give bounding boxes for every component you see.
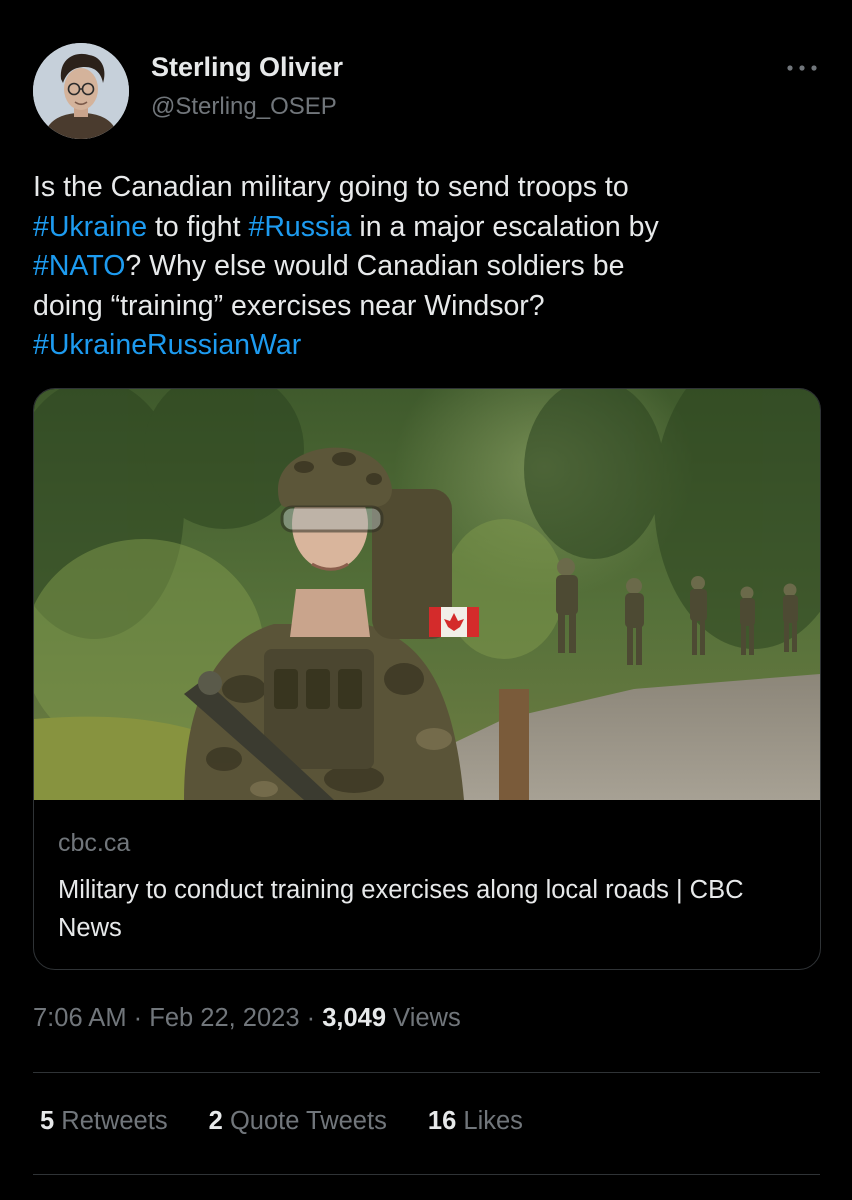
soldiers-marching-photo xyxy=(34,389,820,800)
tweet-text-line: #UkraineRussianWar xyxy=(33,326,823,366)
quote-tweets-label: Quote Tweets xyxy=(229,1107,387,1135)
tweet-text-line: #NATO? Why else would Canadian soldiers … xyxy=(33,247,823,287)
tweet-text-segment: in a major escalation by xyxy=(351,210,659,243)
views-count: 3,049 xyxy=(322,1004,387,1032)
tweet-date[interactable]: Feb 22, 2023 xyxy=(149,1004,299,1032)
engagement-stats: 5 Retweets 2 Quote Tweets 16 Likes xyxy=(40,1107,557,1136)
meta-separator: · xyxy=(306,1004,316,1032)
tweet-text-segment: ? Why else would Canadian soldiers be xyxy=(125,250,625,282)
views-label: Views xyxy=(393,1004,461,1032)
likes-label: Likes xyxy=(463,1107,523,1135)
retweets-count: 5 xyxy=(40,1107,55,1135)
tweet-text-line: doing “training” exercises near Windsor? xyxy=(33,287,823,327)
hashtag-link[interactable]: #Russia xyxy=(248,211,351,243)
card-title[interactable]: Military to conduct training exercises a… xyxy=(58,871,798,947)
meta-separator: · xyxy=(133,1004,143,1032)
hashtag-link[interactable]: #NATO xyxy=(33,250,125,282)
ellipsis-icon[interactable] xyxy=(782,56,822,80)
tweet-text: Is the Canadian military going to send t… xyxy=(33,168,823,366)
link-card[interactable]: cbc.ca Military to conduct training exer… xyxy=(33,388,821,970)
tweet-text-segment: doing “training” exercises near Windsor? xyxy=(33,289,545,322)
tweet-text-segment: to fight xyxy=(147,210,249,243)
card-domain: cbc.ca xyxy=(58,829,131,857)
quote-tweets-stat[interactable]: 2 Quote Tweets xyxy=(209,1107,387,1135)
avatar[interactable] xyxy=(33,43,129,139)
tweet-text-segment: Is the Canadian military going to send t… xyxy=(33,171,629,203)
tweet-metadata: 7:06 AM · Feb 22, 2023 · 3,049 Views xyxy=(33,1004,461,1033)
user-portrait-icon xyxy=(33,43,129,139)
likes-stat[interactable]: 16 Likes xyxy=(428,1107,523,1135)
tweet-time[interactable]: 7:06 AM xyxy=(33,1004,127,1032)
tweet-header: Sterling Olivier @Sterling_OSEP xyxy=(0,0,852,150)
hashtag-link[interactable]: #Ukraine xyxy=(33,211,147,243)
retweets-label: Retweets xyxy=(61,1107,168,1135)
quote-tweets-count: 2 xyxy=(208,1107,223,1135)
user-handle[interactable]: @Sterling_OSEP xyxy=(151,93,337,121)
hashtag-link[interactable]: #UkraineRussianWar xyxy=(33,329,301,361)
likes-count: 16 xyxy=(427,1107,457,1135)
tweet-text-line: #Ukraine to fight #Russia in a major esc… xyxy=(33,208,823,248)
divider xyxy=(33,1174,820,1175)
divider xyxy=(33,1072,820,1073)
retweets-stat[interactable]: 5 Retweets xyxy=(40,1107,168,1135)
display-name[interactable]: Sterling Olivier xyxy=(151,52,343,83)
tweet-text-line: Is the Canadian military going to send t… xyxy=(33,168,823,208)
